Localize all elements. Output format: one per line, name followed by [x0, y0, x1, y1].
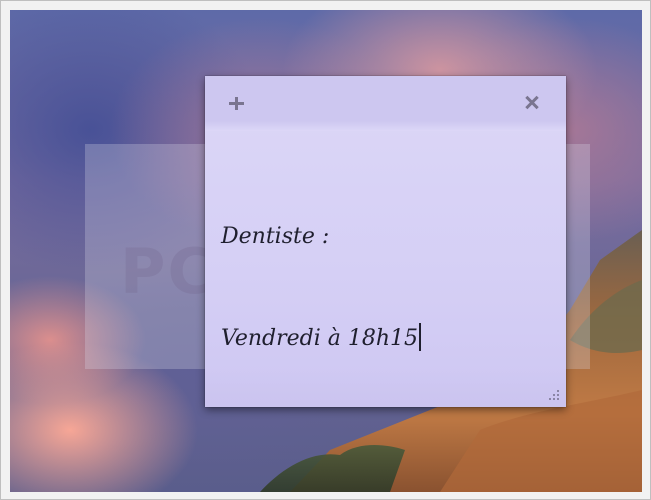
sticky-note[interactable]: Dentiste : Vendredi à 18h15 [205, 76, 566, 407]
resize-grip-icon[interactable] [548, 389, 560, 401]
note-line-2: Vendredi à 18h15 [221, 322, 551, 356]
sticky-note-header[interactable] [205, 76, 566, 131]
close-icon[interactable] [521, 91, 543, 113]
desktop-wallpaper: PC ASTUCES Dentiste : Vendredi à 18h15 [10, 10, 642, 492]
sticky-note-footer [205, 369, 566, 407]
screenshot-frame: PC ASTUCES Dentiste : Vendredi à 18h15 [0, 0, 651, 500]
note-line-2-text: Vendredi à 18h15 [221, 326, 419, 351]
sticky-note-text-area[interactable]: Dentiste : Vendredi à 18h15 [221, 152, 551, 352]
text-caret [419, 323, 422, 351]
note-line-1: Dentiste : [221, 224, 330, 249]
plus-icon[interactable] [225, 92, 247, 114]
